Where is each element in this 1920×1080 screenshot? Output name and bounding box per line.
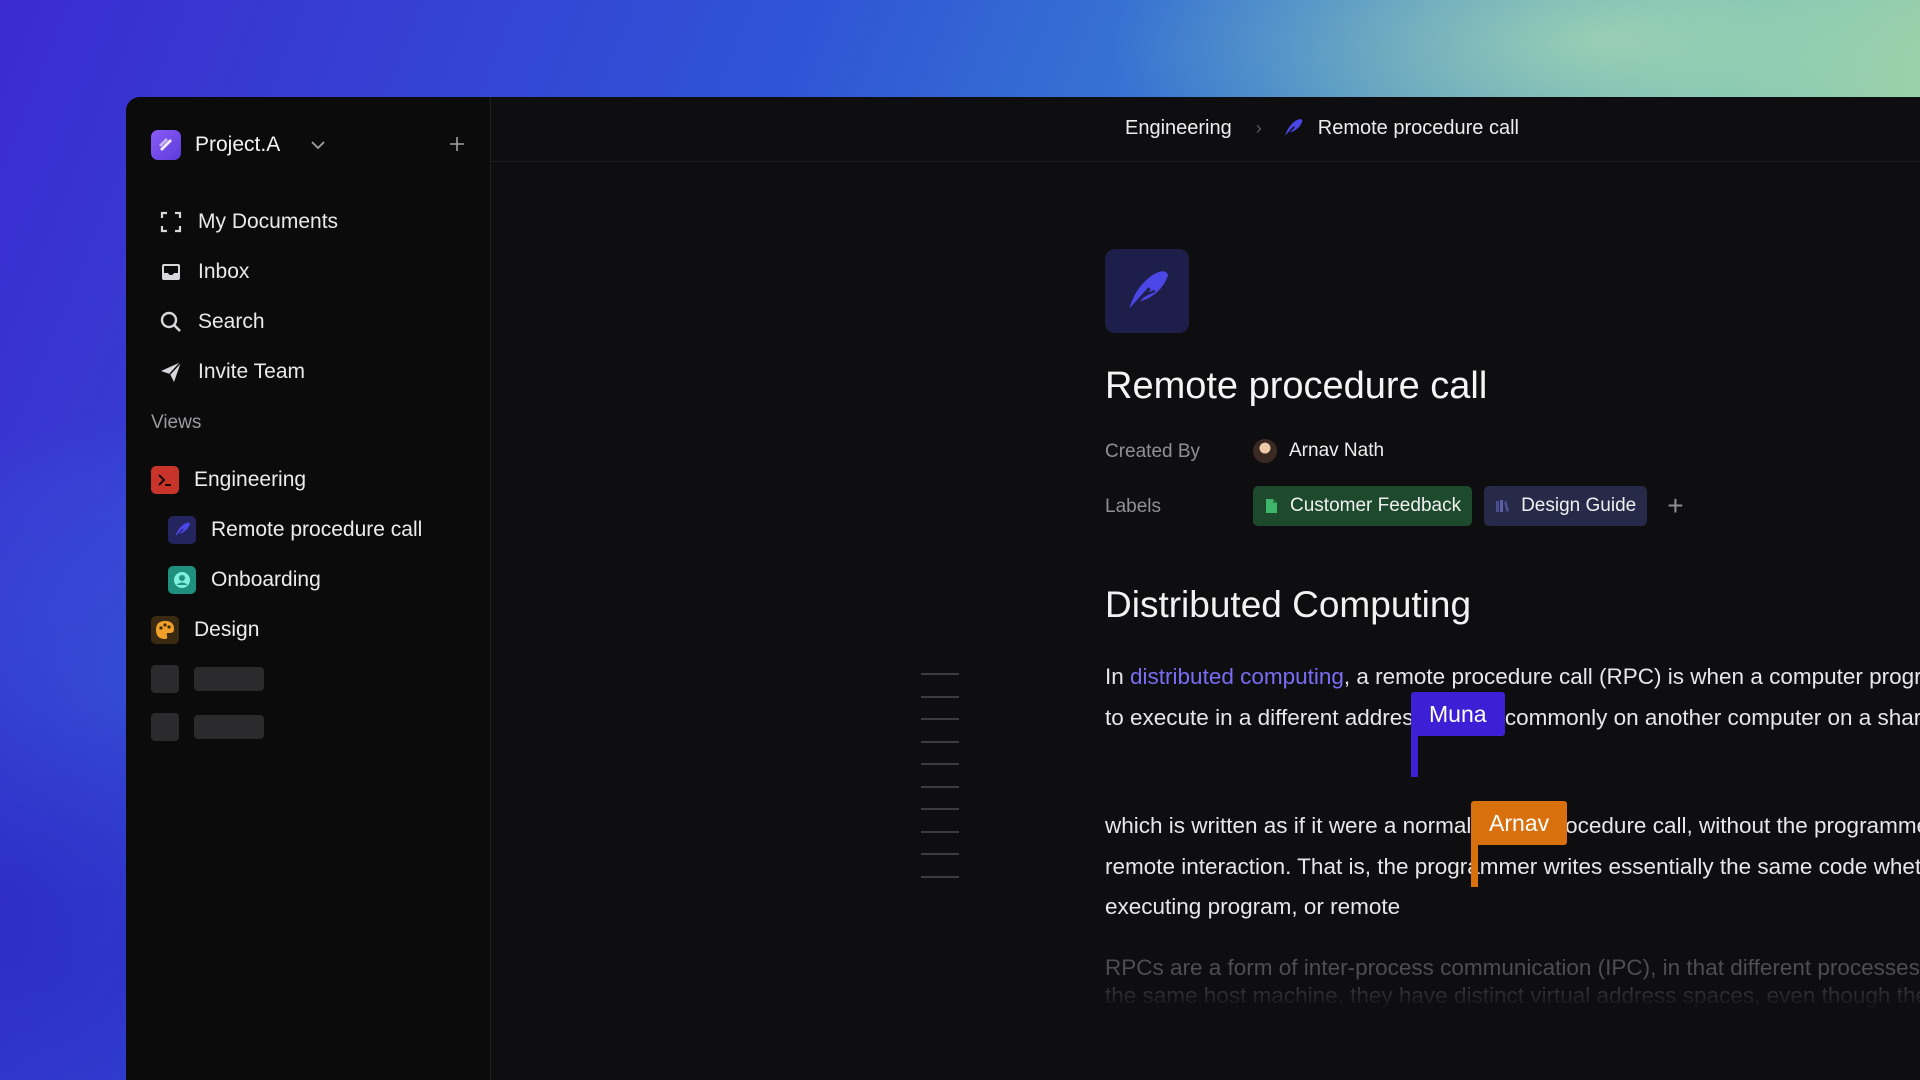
view-design[interactable]: Design [151, 605, 490, 655]
terminal-icon [151, 466, 179, 494]
workspace-name: Project.A [195, 133, 281, 156]
books-icon [1496, 500, 1510, 512]
label-chip-design-guide[interactable]: Design Guide [1484, 486, 1648, 526]
breadcrumb: Engineering › Remote procedure call [491, 115, 1920, 141]
outline-ruler[interactable] [921, 673, 959, 898]
document-title[interactable]: Remote procedure call [1105, 365, 1487, 408]
app-window: Project.A My Documents Inbox Search Invi… [126, 97, 1920, 1080]
send-icon [161, 361, 182, 382]
view-label: Remote procedure call [211, 518, 423, 541]
chevron-down-icon[interactable] [308, 135, 328, 155]
document-icon [1266, 499, 1277, 513]
view-engineering[interactable]: Engineering [151, 455, 490, 505]
breadcrumb-current[interactable]: Remote procedure call [1318, 117, 1519, 140]
palette-icon [151, 616, 179, 644]
labels-list: Customer Feedback Design Guide + [1253, 486, 1684, 526]
view-label: Engineering [194, 468, 307, 491]
created-by-value[interactable]: Arnav Nath [1253, 439, 1384, 463]
sidebar-nav: My Documents Inbox Search Invite Team [158, 197, 338, 397]
nav-my-documents[interactable]: My Documents [158, 197, 338, 247]
label-text: Customer Feedback [1290, 495, 1462, 516]
inbox-icon [162, 264, 180, 280]
label-chip-customer-feedback[interactable]: Customer Feedback [1253, 486, 1473, 526]
nav-label: Search [198, 310, 265, 333]
collaborator-cursor-muna: Muna [1411, 692, 1505, 736]
nav-label: My Documents [198, 210, 339, 233]
add-icon[interactable] [448, 135, 466, 153]
breadcrumb-parent[interactable]: Engineering [1125, 117, 1232, 140]
section-heading[interactable]: Distributed Computing [1105, 584, 1471, 626]
top-bar: Engineering › Remote procedure call [491, 97, 1920, 162]
focus-frame-icon [160, 211, 182, 233]
paragraph[interactable]: In distributed computing, a remote proce… [1105, 657, 1920, 738]
document-area: Engineering › Remote procedure call Remo… [491, 97, 1920, 1080]
author-name: Arnav Nath [1289, 440, 1385, 461]
paragraph-faded[interactable]: RPCs are a form of inter-process communi… [1105, 954, 1920, 1010]
chevron-right-icon: › [1255, 117, 1262, 138]
nav-label: Inbox [198, 260, 250, 283]
views-heading: Views [151, 412, 202, 433]
add-label-icon[interactable]: + [1667, 492, 1683, 520]
nav-search[interactable]: Search [158, 297, 338, 347]
sidebar: Project.A My Documents Inbox Search Invi… [126, 97, 491, 1080]
collaborator-cursor-caret [1471, 839, 1478, 887]
person-icon [168, 566, 196, 594]
nav-label: Invite Team [198, 360, 305, 383]
feather-icon [168, 516, 196, 544]
loading-placeholder [151, 665, 264, 693]
search-icon [160, 311, 181, 332]
loading-placeholder [151, 713, 264, 741]
avatar [1253, 439, 1277, 463]
nav-inbox[interactable]: Inbox [158, 247, 338, 297]
view-remote-procedure-call[interactable]: Remote procedure call [151, 505, 490, 555]
label-text: Design Guide [1521, 495, 1637, 516]
document-feather-icon[interactable] [1105, 249, 1189, 333]
view-label: Onboarding [211, 568, 321, 591]
workspace-switcher[interactable]: Project.A [151, 129, 470, 161]
collaborator-cursor-arnav: Arnav [1471, 801, 1568, 845]
labels-label: Labels [1105, 496, 1161, 517]
view-label: Design [194, 618, 260, 641]
created-by-label: Created By [1105, 441, 1201, 462]
view-onboarding[interactable]: Onboarding [151, 555, 490, 605]
views-tree: Engineering Remote procedure call Onboar… [151, 455, 490, 655]
inline-link[interactable]: distributed computing [1130, 664, 1344, 689]
workspace-logo-icon [151, 130, 181, 160]
paragraph-text: In [1105, 664, 1131, 689]
nav-invite-team[interactable]: Invite Team [158, 347, 338, 397]
feather-icon [1282, 119, 1303, 140]
